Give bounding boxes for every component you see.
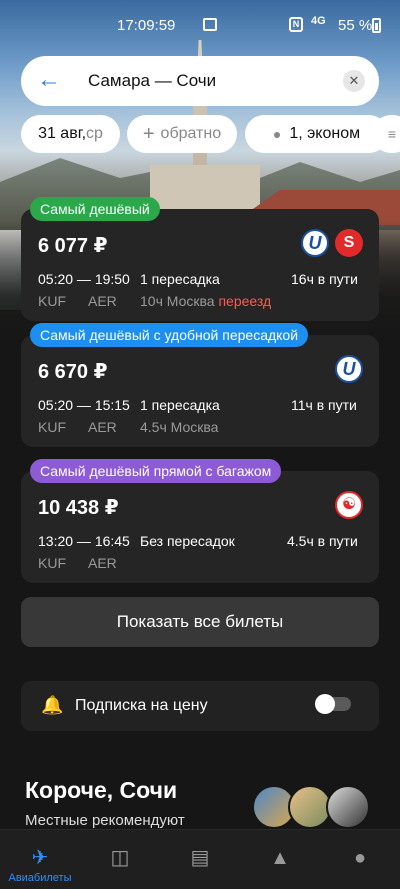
offer-from: KUF xyxy=(38,293,66,309)
offer-duration: 16ч в пути xyxy=(291,271,358,287)
price-subscription-row[interactable]: 🔔 Подписка на цену xyxy=(21,681,379,731)
offer-stops: 1 пересадка xyxy=(140,397,220,413)
status-bar: 17:09:59 N 4G 55 % xyxy=(0,0,400,50)
offer-to: AER xyxy=(88,293,117,309)
offer-card-cheapest[interactable]: 6 077 ₽ U S 05:20 — 19:50 1 пересадка 16… xyxy=(21,209,379,321)
show-all-tickets-button[interactable]: Показать все билеты xyxy=(21,597,379,647)
plus-icon: + xyxy=(142,122,155,145)
tab-journal[interactable]: ▤ xyxy=(160,830,240,889)
offer-stops: 1 пересадка xyxy=(140,271,220,287)
offer-price: 6 077 ₽ xyxy=(38,235,108,257)
passengers-chip[interactable]: ● 1, эконом xyxy=(245,115,388,153)
search-route-bar[interactable]: ← Самара — Сочи ✕ xyxy=(21,56,379,106)
utair-logo-icon: U xyxy=(335,355,363,383)
bell-icon: 🔔 xyxy=(41,695,64,715)
profile-icon: ● xyxy=(353,847,367,869)
offer-duration: 4.5ч в пути xyxy=(287,533,358,549)
tab-profile[interactable]: ● xyxy=(320,830,400,889)
badge-direct-baggage: Самый дешёвый прямой с багажом xyxy=(30,459,282,483)
offer-from: KUF xyxy=(38,555,66,571)
battery-icon xyxy=(372,18,381,33)
offer-stop-info: 4.5ч Москва xyxy=(140,419,219,435)
offer-card-convenient[interactable]: 6 670 ₽ U 05:20 — 15:15 1 пересадка 11ч … xyxy=(21,335,379,447)
offer-times: 05:20 — 15:15 xyxy=(38,397,130,413)
badge-convenient: Самый дешёвый с удобной пересадкой xyxy=(30,323,309,347)
transfer-warning: переезд xyxy=(218,293,272,309)
journal-icon: ▤ xyxy=(190,847,210,869)
utair-logo-icon: U xyxy=(301,229,329,257)
person-icon: ● xyxy=(272,126,282,142)
offer-card-direct-baggage[interactable]: 10 438 ₽ ☯ 13:20 — 16:45 Без пересадок 4… xyxy=(21,471,379,583)
s7-logo-icon: S xyxy=(335,229,363,257)
tab-flights[interactable]: ✈ Авиабилеты xyxy=(0,830,80,889)
offer-price: 10 438 ₽ xyxy=(38,497,119,519)
offer-stop-info: 10ч Москва переезд xyxy=(140,293,271,309)
gallery-notification-icon xyxy=(203,18,217,31)
offer-duration: 11ч в пути xyxy=(291,397,357,413)
smartavia-logo-icon: ☯ xyxy=(335,491,363,519)
bed-icon: ◫ xyxy=(110,847,130,869)
avatar xyxy=(326,785,370,829)
subscription-label: Подписка на цену xyxy=(75,697,208,714)
date-value: 31 авг, xyxy=(38,125,87,142)
tab-notifications[interactable]: ▲ xyxy=(240,830,320,889)
weekday-value: ср xyxy=(86,125,103,142)
network-signal-icon: 4G xyxy=(311,15,326,27)
route-title: Самара — Сочи xyxy=(88,71,217,90)
subscription-toggle[interactable] xyxy=(315,694,351,714)
offer-stops: Без пересадок xyxy=(140,533,235,549)
battery-percent: 55 % xyxy=(338,17,373,34)
filter-icon: ≡ xyxy=(387,126,397,142)
offer-times: 05:20 — 19:50 xyxy=(38,271,130,287)
offer-times: 13:20 — 16:45 xyxy=(38,533,130,549)
badge-cheapest: Самый дешёвый xyxy=(30,197,160,221)
offer-to: AER xyxy=(88,419,117,435)
tab-label: Авиабилеты xyxy=(8,872,72,884)
promo-title[interactable]: Короче, Сочи xyxy=(25,777,177,804)
nfc-icon: N xyxy=(289,17,303,32)
plane-icon: ✈ xyxy=(31,847,49,869)
bell-icon: ▲ xyxy=(270,847,290,869)
status-time: 17:09:59 xyxy=(117,17,176,34)
offer-from: KUF xyxy=(38,419,66,435)
offer-to: AER xyxy=(88,555,117,571)
date-chip[interactable]: 31 авг, ср xyxy=(21,115,120,153)
bottom-tab-bar: ✈ Авиабилеты ◫ ▤ ▲ ● xyxy=(0,829,400,889)
tab-hotels[interactable]: ◫ xyxy=(80,830,160,889)
return-date-chip[interactable]: + обратно xyxy=(127,115,237,153)
clear-icon[interactable]: ✕ xyxy=(343,70,365,92)
back-arrow-icon[interactable]: ← xyxy=(37,68,61,92)
stop-city: 10ч Москва xyxy=(140,293,215,309)
offer-price: 6 670 ₽ xyxy=(38,361,108,383)
return-label: обратно xyxy=(160,125,222,142)
passengers-value: 1, эконом xyxy=(289,125,361,142)
promo-subtitle: Местные рекомендуют xyxy=(25,812,185,829)
